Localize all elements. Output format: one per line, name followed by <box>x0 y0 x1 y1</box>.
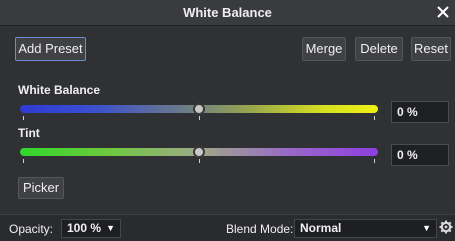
panel-title-bar: White Balance <box>0 0 455 26</box>
chevron-down-icon: ▼ <box>422 223 431 233</box>
tint-slider-thumb[interactable] <box>193 146 205 158</box>
white-balance-label: White Balance <box>18 83 101 97</box>
panel-title: White Balance <box>183 5 272 20</box>
delete-button[interactable]: Delete <box>355 37 403 61</box>
white-balance-right-tick <box>374 116 375 120</box>
blend-mode-dropdown[interactable]: Normal ▼ <box>294 219 437 238</box>
tint-right-tick <box>374 159 375 163</box>
white-balance-left-tick <box>23 116 24 120</box>
opacity-label: Opacity: <box>9 222 54 236</box>
white-balance-slider-thumb[interactable] <box>193 103 205 115</box>
white-balance-center-tick <box>199 116 200 120</box>
white-balance-panel: White Balance Add Preset Merge Delete Re… <box>0 0 455 241</box>
blend-mode-value: Normal <box>300 221 342 235</box>
blend-mode-label: Blend Mode: <box>226 222 294 236</box>
opacity-value: 100 % <box>67 221 102 235</box>
opacity-dropdown[interactable]: 100 % ▼ <box>61 219 121 238</box>
gear-icon[interactable] <box>439 220 453 234</box>
add-preset-button[interactable]: Add Preset <box>15 37 86 61</box>
tint-center-tick <box>199 159 200 163</box>
close-icon[interactable] <box>435 3 451 21</box>
chevron-down-icon: ▼ <box>106 223 115 233</box>
white-balance-value-field[interactable]: 0 % <box>391 101 449 123</box>
picker-button[interactable]: Picker <box>18 177 64 199</box>
reset-button[interactable]: Reset <box>411 37 451 61</box>
tint-value-field[interactable]: 0 % <box>391 144 449 166</box>
merge-button[interactable]: Merge <box>302 37 346 61</box>
tint-label: Tint <box>18 126 40 140</box>
tint-left-tick <box>23 159 24 163</box>
